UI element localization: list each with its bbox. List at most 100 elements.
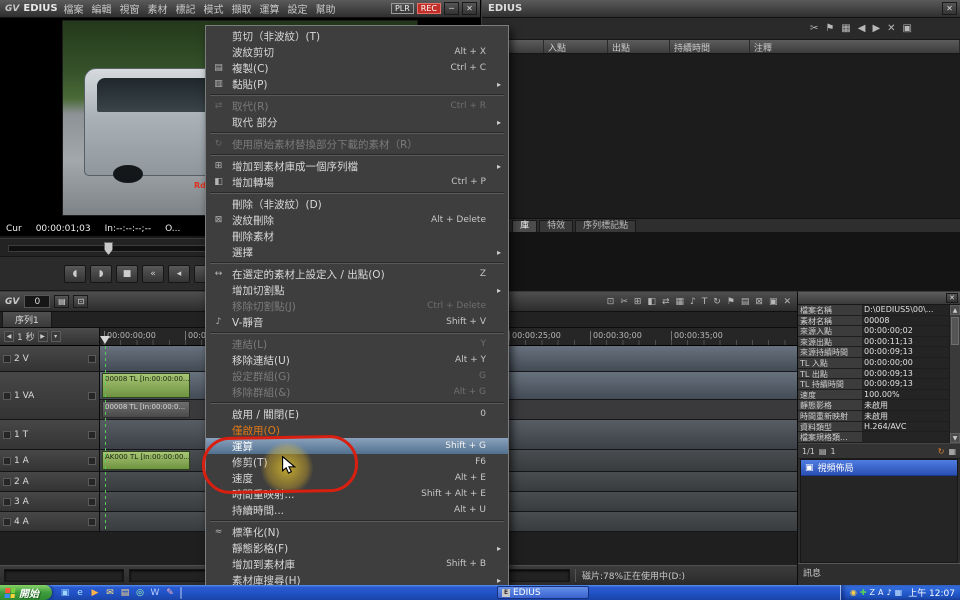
- rec-button[interactable]: REC: [417, 3, 441, 14]
- menu-item[interactable]: ↻使用原始素材替換部分下載的素材（R）: [206, 136, 508, 152]
- ime-z-icon[interactable]: Z: [870, 589, 875, 597]
- edius-task-button[interactable]: E EDIUS: [497, 586, 589, 599]
- scale-dropdown-icon[interactable]: ▾: [51, 331, 61, 342]
- menu-item[interactable]: ♪V-靜音Shift + V: [206, 314, 508, 330]
- menu-item[interactable]: 移除連結(U)Alt + Y: [206, 352, 508, 368]
- menu-item[interactable]: 移除切割點(J)Ctrl + Delete: [206, 298, 508, 314]
- cut-icon[interactable]: ✂: [620, 297, 628, 307]
- bin-tab-特效[interactable]: 特效: [539, 220, 573, 232]
- track-toggle-icon[interactable]: [3, 355, 11, 363]
- track-header-1t[interactable]: 1 T: [0, 420, 100, 450]
- next-icon[interactable]: ▶: [872, 23, 880, 34]
- track-toggle-icon[interactable]: [3, 478, 11, 486]
- insert-mode-icon[interactable]: ⊡: [607, 297, 615, 307]
- bin-column-出點[interactable]: 出點: [608, 40, 670, 53]
- menu-item[interactable]: 靜態影格(F)▸: [206, 540, 508, 556]
- track-toggle-icon[interactable]: [3, 498, 11, 506]
- add-clip-icon[interactable]: ⊞: [634, 297, 642, 307]
- bin-tab-序列標記點[interactable]: 序列標記點: [575, 220, 636, 232]
- scroll-thumb[interactable]: [951, 317, 959, 345]
- transition-icon[interactable]: ◧: [647, 297, 656, 307]
- track-header-1va[interactable]: 1 VA: [0, 372, 100, 420]
- slider-thumb[interactable]: [104, 242, 113, 255]
- track-toggle-icon[interactable]: [88, 392, 96, 400]
- menu-item[interactable]: 啟用 / 關閉(E)0: [206, 406, 508, 422]
- minimize-button[interactable]: ─: [444, 2, 459, 15]
- bin-column-持續時間[interactable]: 持續時間: [670, 40, 750, 53]
- timeline-folder-icon[interactable]: ▤: [54, 295, 69, 308]
- track-header-3a[interactable]: 3 A: [0, 492, 100, 512]
- menu-item[interactable]: ⇄取代(R)Ctrl + R: [206, 98, 508, 114]
- menu-item[interactable]: ▥黏貼(P)▸: [206, 76, 508, 92]
- network-icon[interactable]: ▦: [895, 589, 903, 597]
- list-icon[interactable]: ▤: [741, 297, 750, 307]
- zoom-in-icon[interactable]: ▶: [38, 331, 48, 342]
- menu-item[interactable]: 連結(L)Y: [206, 336, 508, 352]
- view-icon[interactable]: ▣: [903, 23, 912, 34]
- menu-item[interactable]: 設定群組(G)G: [206, 368, 508, 384]
- stop-icon[interactable]: ■: [116, 265, 138, 283]
- track-toggle-icon[interactable]: [88, 478, 96, 486]
- prev-clip-icon[interactable]: «: [142, 265, 164, 283]
- menu-item[interactable]: ▤複製(C)Ctrl + C: [206, 60, 508, 76]
- scroll-down-icon[interactable]: ▼: [950, 433, 960, 443]
- track-header-2a[interactable]: 2 A: [0, 472, 100, 492]
- track-toggle-icon[interactable]: [88, 498, 96, 506]
- layout-icon[interactable]: ▣: [769, 297, 778, 307]
- step-back-icon[interactable]: ◂: [168, 265, 190, 283]
- start-button[interactable]: 開始: [0, 585, 52, 600]
- menubar-item-編輯[interactable]: 編輯: [92, 1, 112, 16]
- bin-close-button[interactable]: ✕: [942, 2, 957, 15]
- grid-icon[interactable]: ▦: [675, 297, 684, 307]
- scroll-up-icon[interactable]: ▲: [950, 305, 960, 315]
- bin-column-注釋[interactable]: 注釋: [750, 40, 960, 53]
- sequence-tab[interactable]: 序列1: [2, 311, 52, 327]
- info-close-button[interactable]: ✕: [946, 293, 958, 303]
- menu-item[interactable]: ◧增加轉場Ctrl + P: [206, 174, 508, 190]
- menu-item[interactable]: 持續時間...Alt + U: [206, 502, 508, 518]
- menubar-item-標記[interactable]: 標記: [176, 1, 196, 16]
- zoom-out-icon[interactable]: ◀: [4, 331, 14, 342]
- show-desktop-icon[interactable]: ▣: [59, 587, 71, 599]
- menubar-item-視窗[interactable]: 視窗: [120, 1, 140, 16]
- menubar-item-檔案[interactable]: 檔案: [64, 1, 84, 16]
- close-button[interactable]: ✕: [462, 2, 477, 15]
- menu-item[interactable]: 選擇▸: [206, 244, 508, 260]
- menu-item[interactable]: ≈標準化(N): [206, 524, 508, 540]
- menubar-item-模式[interactable]: 模式: [204, 1, 224, 16]
- menu-item[interactable]: 增加切割點▸: [206, 282, 508, 298]
- word-icon[interactable]: W: [149, 587, 161, 599]
- track-header-4a[interactable]: 4 A: [0, 512, 100, 532]
- paint-icon[interactable]: ✎: [164, 587, 176, 599]
- timeline-number-box[interactable]: 0: [24, 295, 50, 308]
- track-toggle-icon[interactable]: [88, 355, 96, 363]
- video-layout-item[interactable]: ▣ 視頻佈局: [801, 460, 957, 476]
- flag-icon[interactable]: ⚑: [825, 23, 834, 34]
- track-header-2v[interactable]: 2 V: [0, 346, 100, 372]
- close-icon[interactable]: ✕: [783, 297, 791, 307]
- timeline-clip[interactable]: 00008 TL [In:00:00:00...: [102, 373, 190, 398]
- menu-item[interactable]: 移除群組(&)Alt + G: [206, 384, 508, 400]
- render-icon[interactable]: ↻: [713, 297, 721, 307]
- track-toggle-icon[interactable]: [3, 392, 11, 400]
- mail-icon[interactable]: ✉: [104, 587, 116, 599]
- menubar-item-素材[interactable]: 素材: [148, 1, 168, 16]
- track-header-1a[interactable]: 1 A: [0, 450, 100, 472]
- menu-item[interactable]: 波紋剪切Alt + X: [206, 44, 508, 60]
- menubar-item-設定[interactable]: 設定: [288, 1, 308, 16]
- bin-content-area[interactable]: [482, 54, 960, 218]
- timeline-clip[interactable]: 00008 TL [In:00:00:0...: [102, 401, 190, 418]
- menu-item[interactable]: 增加到素材庫Shift + B: [206, 556, 508, 572]
- chart-icon[interactable]: ▦: [841, 23, 850, 34]
- track-toggle-icon[interactable]: [88, 431, 96, 439]
- property-scrollbar[interactable]: ▲ ▼: [949, 305, 960, 443]
- track-toggle-icon[interactable]: [88, 457, 96, 465]
- menu-item[interactable]: 刪除（非波紋）(D): [206, 196, 508, 212]
- track-toggle-icon[interactable]: [3, 431, 11, 439]
- antivirus-icon[interactable]: ✚: [860, 589, 867, 597]
- track-toggle-icon[interactable]: [88, 518, 96, 526]
- menu-item[interactable]: ⊠波紋刪除Alt + Delete: [206, 212, 508, 228]
- menubar-item-幫助[interactable]: 幫助: [316, 1, 336, 16]
- menubar-item-擷取[interactable]: 擷取: [232, 1, 252, 16]
- timeline-save-icon[interactable]: ⊡: [73, 295, 88, 308]
